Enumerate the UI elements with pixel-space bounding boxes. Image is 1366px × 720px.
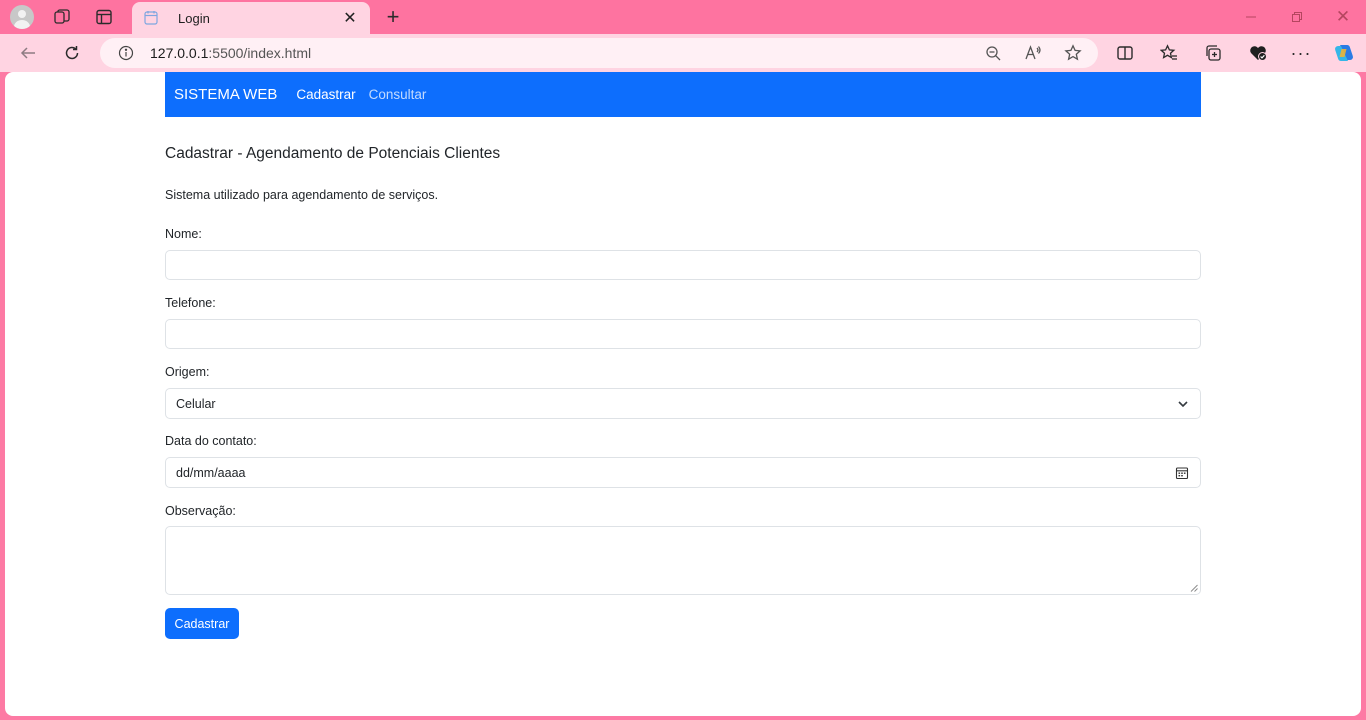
url-host: 127.0.0.1 (150, 45, 209, 61)
extension-icon[interactable] (1244, 39, 1272, 67)
site-info-icon[interactable] (117, 44, 135, 62)
page-description: Sistema utilizado para agendamento de se… (165, 188, 439, 202)
browser-toolbar: 127.0.0.1:5500/index.html ··· (0, 34, 1366, 72)
cadastrar-button[interactable]: Cadastrar (165, 608, 239, 639)
url-text: 127.0.0.1:5500/index.html (150, 45, 311, 61)
origem-selected-value: Celular (176, 396, 216, 411)
telefone-label: Telefone: (165, 296, 216, 310)
read-aloud-icon[interactable] (1020, 39, 1046, 67)
zoom-out-icon[interactable] (980, 39, 1006, 67)
origem-label: Origem: (165, 365, 210, 379)
vertical-tabs-icon (96, 9, 112, 25)
nav-link-cadastrar[interactable]: Cadastrar (296, 87, 355, 102)
new-tab-icon[interactable]: + (380, 4, 406, 30)
add-favorite-icon[interactable] (1060, 39, 1086, 67)
page-icon (142, 9, 160, 27)
telefone-input[interactable] (165, 319, 1201, 349)
split-screen-icon[interactable] (1112, 39, 1138, 67)
page-container: SISTEMA WEB Cadastrar Consultar Cadastra… (165, 72, 1201, 639)
profile-button[interactable] (8, 3, 36, 31)
calendar-icon[interactable] (1175, 466, 1189, 480)
tab-title: Login (178, 10, 210, 26)
address-bar[interactable]: 127.0.0.1:5500/index.html (100, 38, 1098, 68)
observacao-textarea[interactable] (165, 526, 1201, 595)
observacao-label: Observação: (165, 504, 236, 518)
workspaces-icon (54, 9, 70, 24)
nav-link-consultar[interactable]: Consultar (369, 87, 427, 102)
page-viewport: SISTEMA WEB Cadastrar Consultar Cadastra… (5, 72, 1361, 716)
origem-select[interactable]: Celular (165, 388, 1201, 419)
reload-icon[interactable] (58, 39, 86, 67)
more-options-icon[interactable]: ··· (1288, 39, 1314, 67)
avatar-icon (10, 5, 34, 29)
copilot-icon[interactable] (1330, 39, 1358, 67)
collections-icon[interactable] (1200, 39, 1226, 67)
close-window-icon[interactable]: ✕ (1330, 4, 1356, 30)
chevron-down-icon (1178, 401, 1188, 408)
url-path: :5500/index.html (208, 45, 312, 61)
data-label: Data do contato: (165, 434, 257, 448)
favorites-icon[interactable] (1156, 39, 1182, 67)
tab-actions-button[interactable] (90, 3, 118, 31)
active-tab[interactable]: Login ✕ (132, 2, 370, 34)
navbar: SISTEMA WEB Cadastrar Consultar (165, 72, 1201, 117)
nome-label: Nome: (165, 227, 202, 241)
page-title: Cadastrar - Agendamento de Potenciais Cl… (165, 145, 501, 162)
resize-grip-icon[interactable] (1190, 584, 1198, 592)
navbar-brand[interactable]: SISTEMA WEB (174, 86, 277, 103)
minimize-icon[interactable] (1238, 4, 1264, 30)
back-icon[interactable] (14, 39, 42, 67)
date-placeholder: dd/mm/aaaa (176, 465, 246, 480)
restore-icon[interactable] (1284, 4, 1310, 30)
close-tab-icon[interactable]: ✕ (340, 8, 360, 28)
tab-strip: Login ✕ + ✕ (0, 0, 1366, 34)
nome-input[interactable] (165, 250, 1201, 280)
data-contato-input[interactable]: dd/mm/aaaa (165, 457, 1201, 488)
workspaces-button[interactable] (48, 3, 76, 31)
